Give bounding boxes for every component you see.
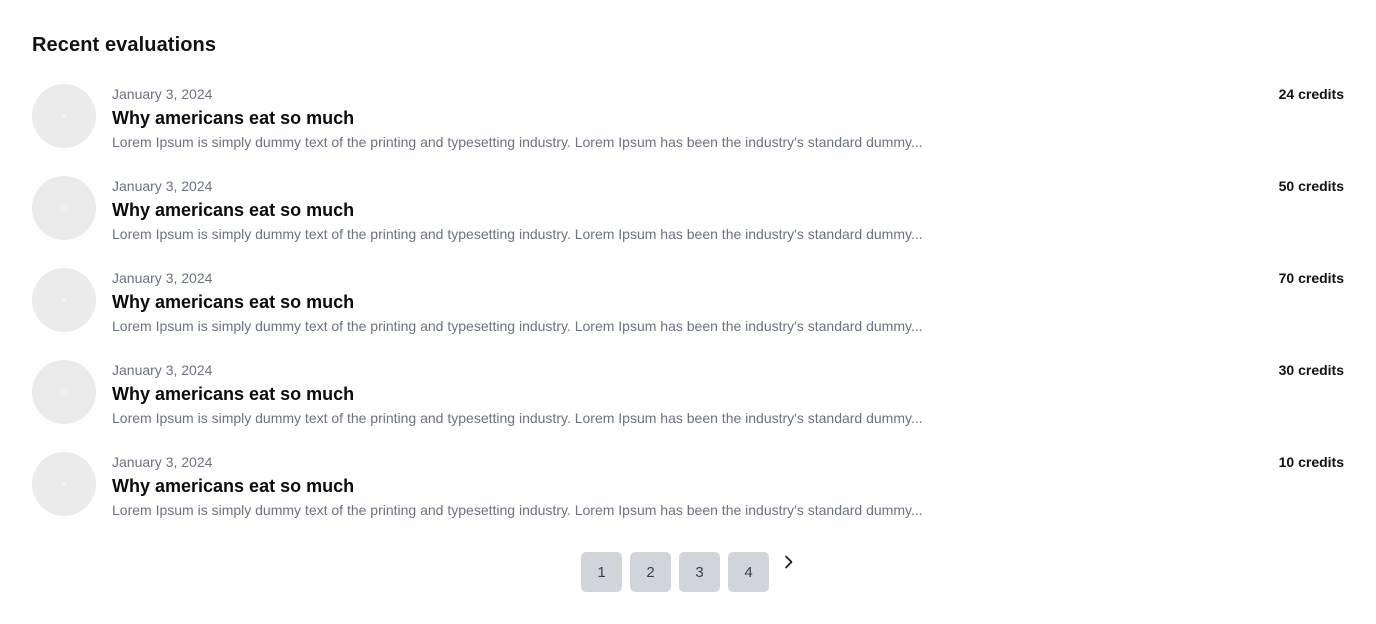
evaluation-credits: 30 credits	[1278, 362, 1344, 378]
evaluation-date: January 3, 2024	[112, 178, 213, 194]
recent-evaluations-page: Recent evaluations January 3, 2024 Why a…	[0, 0, 1376, 624]
placeholder-image-icon	[62, 206, 66, 210]
evaluation-row[interactable]: January 3, 2024 Why americans eat so muc…	[32, 360, 1344, 452]
evaluation-row[interactable]: January 3, 2024 Why americans eat so muc…	[32, 84, 1344, 176]
evaluation-thumbnail	[32, 268, 96, 332]
evaluation-date: January 3, 2024	[112, 454, 213, 470]
evaluation-description: Lorem Ipsum is simply dummy text of the …	[112, 134, 923, 150]
evaluation-credits: 24 credits	[1278, 86, 1344, 102]
page-button-4[interactable]: 4	[728, 552, 769, 592]
evaluation-text: January 3, 2024 Why americans eat so muc…	[112, 268, 1152, 336]
evaluation-description: Lorem Ipsum is simply dummy text of the …	[112, 410, 923, 426]
evaluation-row[interactable]: January 3, 2024 Why americans eat so muc…	[32, 268, 1344, 360]
page-button-1[interactable]: 1	[581, 552, 622, 592]
evaluation-thumbnail	[32, 452, 96, 516]
evaluation-title[interactable]: Why americans eat so much	[112, 199, 1152, 221]
evaluation-thumbnail	[32, 176, 96, 240]
page-button-2[interactable]: 2	[630, 552, 671, 592]
evaluation-thumbnail	[32, 360, 96, 424]
evaluation-description: Lorem Ipsum is simply dummy text of the …	[112, 226, 923, 242]
evaluation-row[interactable]: January 3, 2024 Why americans eat so muc…	[32, 176, 1344, 268]
evaluation-text: January 3, 2024 Why americans eat so muc…	[112, 176, 1152, 244]
evaluation-title[interactable]: Why americans eat so much	[112, 475, 1152, 497]
evaluation-credits: 70 credits	[1278, 270, 1344, 286]
placeholder-image-icon	[62, 482, 66, 486]
evaluation-title[interactable]: Why americans eat so much	[112, 383, 1152, 405]
evaluation-text: January 3, 2024 Why americans eat so muc…	[112, 360, 1152, 428]
pagination: 1 2 3 4	[581, 552, 799, 592]
placeholder-image-icon	[62, 390, 66, 394]
page-button-3[interactable]: 3	[679, 552, 720, 592]
evaluation-credits: 50 credits	[1278, 178, 1344, 194]
evaluation-description: Lorem Ipsum is simply dummy text of the …	[112, 502, 923, 518]
evaluation-title[interactable]: Why americans eat so much	[112, 291, 1152, 313]
chevron-right-icon	[785, 555, 793, 569]
evaluation-text: January 3, 2024 Why americans eat so muc…	[112, 84, 1152, 152]
evaluation-title[interactable]: Why americans eat so much	[112, 107, 1152, 129]
evaluation-text: January 3, 2024 Why americans eat so muc…	[112, 452, 1152, 520]
evaluation-date: January 3, 2024	[112, 270, 213, 286]
evaluation-thumbnail	[32, 84, 96, 148]
evaluation-credits: 10 credits	[1278, 454, 1344, 470]
evaluation-date: January 3, 2024	[112, 362, 213, 378]
next-page-button[interactable]	[779, 552, 799, 572]
evaluation-description: Lorem Ipsum is simply dummy text of the …	[112, 318, 923, 334]
evaluations-list: January 3, 2024 Why americans eat so muc…	[32, 84, 1344, 544]
placeholder-image-icon	[62, 298, 66, 302]
evaluation-row[interactable]: January 3, 2024 Why americans eat so muc…	[32, 452, 1344, 544]
placeholder-image-icon	[62, 114, 66, 118]
section-title: Recent evaluations	[32, 34, 217, 56]
evaluation-date: January 3, 2024	[112, 86, 213, 102]
